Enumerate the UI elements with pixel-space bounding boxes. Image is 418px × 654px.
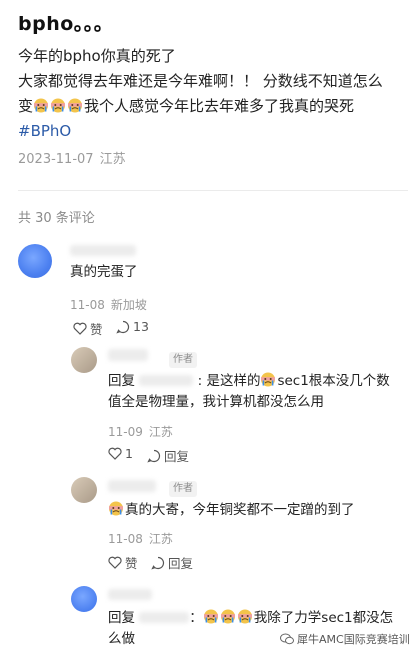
reply-line-1: 回复 ： 我除了力学sec1都没怎 [108,608,408,629]
comment-date: 11-08 [70,298,105,312]
reply-meta: 11-09 江苏 [108,423,173,440]
like-button[interactable]: 赞 [73,319,103,338]
reply-text-b: sec1根本没几个数 [277,373,390,389]
reply-text: 回复 : 是这样的 sec1根本没几个数 值全是物理量，我计算机都没怎么用 [108,371,408,413]
reply-count-button[interactable]: 13 [116,319,149,334]
reply-text-b: 我除了力学sec1都没怎 [253,610,394,626]
like-button[interactable]: 1 [108,446,133,461]
comment-bubble-icon [116,320,130,334]
like-count: 1 [125,446,133,461]
divider [18,190,408,191]
avatar[interactable] [71,477,97,503]
heart-icon [108,556,122,569]
post-title: bpho。。。 [18,13,114,35]
reply-prefix: 回复 [108,610,135,626]
reply-location: 江苏 [148,532,173,546]
reply-location: 江苏 [148,425,173,439]
reply-prefix: 回复 [108,373,135,389]
reply-text-b: 真的大寄，今年铜奖都不一定蹭的到了 [125,502,355,518]
crying-face-icon [68,98,83,113]
reply-date: 11-08 [108,532,143,546]
crying-face-icon [203,609,218,624]
reply-date: 11-09 [108,425,143,439]
reply-sep: ： [189,610,203,626]
post-line-1: 今年的bpho你真的死了 [18,47,176,65]
hashtag-link[interactable]: #BPhO [18,119,412,144]
crying-face-icon [261,372,276,387]
username-redacted[interactable] [108,480,156,492]
post-body: 今年的bpho你真的死了 大家都觉得去年难还是今年难啊！！ 分数线不知道怎么 变… [18,44,412,144]
reply-meta: 11-08 江苏 [108,530,173,547]
reply-line-2: 值全是物理量，我计算机都没怎么用 [108,394,324,410]
reply-text: 真的大寄，今年铜奖都不一定蹭的到了 [108,500,355,521]
comment-bubble-icon [151,556,165,570]
heart-icon [73,322,87,335]
heart-icon [108,447,122,460]
like-label: 赞 [125,556,138,571]
like-button[interactable]: 赞 [108,553,138,572]
username-redacted[interactable] [108,349,148,361]
like-label: 赞 [90,322,103,337]
reply-count: 13 [133,319,149,334]
replied-user-redacted[interactable] [139,612,190,623]
author-badge: 作者 [169,352,197,368]
reply-label: 回复 [168,556,194,571]
post-meta: 2023-11-07 江苏 [18,148,126,167]
avatar[interactable] [71,586,97,612]
comment-location: 新加坡 [110,298,147,312]
replied-user-redacted[interactable] [139,375,194,386]
post-location: 江苏 [99,152,126,167]
reply-sep: : [197,373,203,389]
watermark: 犀牛AMC国际竞赛培训 [280,631,410,647]
avatar[interactable] [18,244,52,278]
crying-face-icon [34,98,49,113]
post-line-3-end: 我个人感觉今年比去年难多了我真的哭死 [84,97,355,115]
reply-line-1: 回复 : 是这样的 sec1根本没几个数 [108,371,408,392]
crying-face-icon [220,609,235,624]
reply-button[interactable]: 回复 [147,446,189,465]
username-redacted[interactable] [108,589,152,600]
crying-face-icon [109,501,123,516]
post-date: 2023-11-07 [18,152,94,167]
watermark-text: 犀牛AMC国际竞赛培训 [297,633,410,646]
reply-text-a: 是这样的 [206,373,261,389]
wechat-icon [280,633,294,645]
post-line-2: 大家都觉得去年难还是今年难啊！！ 分数线不知道怎么 [18,72,383,90]
crying-face-icon [237,609,252,624]
author-badge: 作者 [169,481,197,497]
username-redacted[interactable] [70,245,136,256]
post-line-3: 变 我个人感觉今年比去年难多了我真的哭死 [18,94,412,119]
comment-count: 共 30 条评论 [18,211,95,226]
post-line-3-start: 变 [18,97,34,115]
reply-label: 回复 [164,449,190,464]
avatar[interactable] [71,347,97,373]
comment-meta: 11-08 新加坡 [70,296,147,313]
comment-bubble-icon [147,449,161,463]
crying-face-icon [51,98,66,113]
reply-button[interactable]: 回复 [151,553,193,572]
comment-text: 真的完蛋了 [70,264,138,280]
